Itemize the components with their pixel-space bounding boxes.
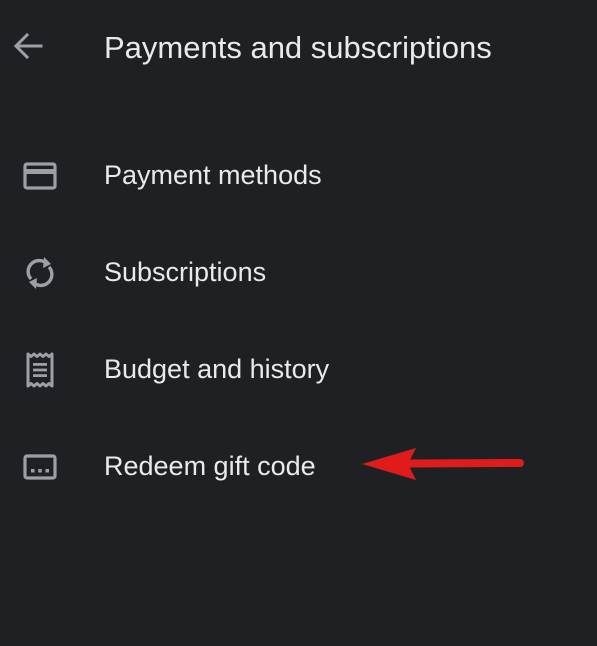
menu-item-label: Payment methods	[104, 160, 322, 190]
menu-item-subscriptions[interactable]: Subscriptions	[0, 223, 597, 320]
menu-item-budget-history[interactable]: Budget and history	[0, 320, 597, 417]
menu-item-label: Budget and history	[104, 354, 330, 384]
page-title: Payments and subscriptions	[104, 30, 492, 65]
arrow-back-icon	[12, 30, 44, 67]
menu-item-label: Redeem gift code	[104, 451, 316, 481]
menu-item-redeem-gift-code[interactable]: Redeem gift code	[0, 417, 597, 514]
back-button[interactable]	[10, 30, 46, 66]
redeem-code-icon	[20, 447, 60, 487]
menu-item-payment-methods[interactable]: Payment methods	[0, 126, 597, 223]
payments-menu: Payment methods Subscriptions Budget and…	[0, 126, 597, 514]
menu-item-label: Subscriptions	[104, 257, 267, 287]
receipt-icon	[20, 350, 60, 390]
credit-card-icon	[20, 156, 60, 196]
sync-icon	[20, 253, 60, 293]
top-app-bar: Payments and subscriptions	[0, 0, 597, 100]
